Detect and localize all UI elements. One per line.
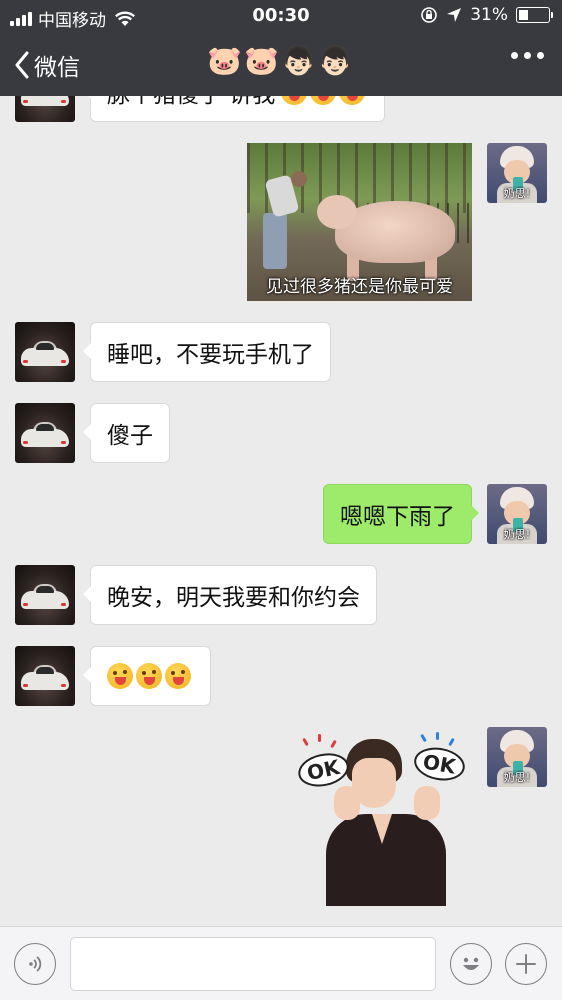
message-input[interactable] <box>70 937 436 991</box>
status-right: 31% <box>420 5 553 25</box>
status-bar: 中国移动 00:30 31% <box>0 0 562 32</box>
battery-icon <box>516 7 553 23</box>
avatar[interactable] <box>15 96 75 122</box>
message-text: 睡吧，不要玩手机了 <box>107 342 314 368</box>
emoji-icon <box>339 96 366 105</box>
tongue-wink-emoji-icon <box>136 663 162 689</box>
message-bubble[interactable]: 傻子 <box>83 403 170 463</box>
message-text: 傻子 <box>107 423 153 449</box>
avatar-caption: 奶思! <box>503 528 531 541</box>
my-avatar[interactable]: 奶思! <box>487 727 547 787</box>
message-text: 嗯嗯下雨了 <box>340 504 455 530</box>
sticker-ok-label: OK <box>295 749 352 791</box>
message-bubble[interactable]: 脉个猪傻子 讲我 <box>82 96 386 122</box>
battery-percent: 31% <box>470 5 508 25</box>
emoji-button[interactable] <box>450 943 492 985</box>
more-dots-icon[interactable] <box>511 52 544 59</box>
image-caption: 见过很多猪还是你最可爱 <box>266 277 453 297</box>
battery-fill <box>519 10 528 20</box>
avatar-caption: 奶思! <box>503 771 531 784</box>
tongue-wink-emoji-icon <box>165 663 191 689</box>
my-avatar[interactable]: 奶思! <box>487 143 547 203</box>
sticker-ok-label: OK <box>411 743 467 785</box>
message-bubble[interactable]: 睡吧，不要玩手机了 <box>83 322 331 382</box>
avatar[interactable] <box>15 322 75 382</box>
message-text: 脉个猪傻子 讲我 <box>107 96 275 109</box>
plus-icon <box>516 954 536 974</box>
avatar-caption: 奶思! <box>503 187 531 200</box>
rotation-lock-icon <box>421 7 438 23</box>
message-bubble[interactable]: 晚安，明天我要和你约会 <box>83 565 377 625</box>
tongue-wink-emoji-icon <box>107 663 133 689</box>
plus-button[interactable] <box>505 943 547 985</box>
message-text: 晚安，明天我要和你约会 <box>107 585 360 611</box>
chat-area[interactable]: 脉个猪傻子 讲我 奶思! 见过很多猪还是你最可爱 睡吧，不要玩手机了 傻子 奶思… <box>0 96 562 926</box>
nav-bar: 微信 🐷🐷👦🏻👦🏻 <box>0 32 562 96</box>
ok-sticker[interactable]: OK OK <box>295 732 467 909</box>
location-icon <box>447 8 462 22</box>
voice-button[interactable] <box>14 943 56 985</box>
emoji-icon <box>310 96 337 105</box>
emoji-message-bubble[interactable] <box>83 646 211 706</box>
avatar[interactable] <box>15 403 75 463</box>
chat-title: 🐷🐷👦🏻👦🏻 <box>207 44 355 77</box>
avatar[interactable] <box>15 565 75 625</box>
input-bar <box>0 926 562 1000</box>
emoji-icon <box>281 96 308 105</box>
avatar[interactable] <box>15 646 75 706</box>
emoji-icon <box>463 957 479 970</box>
my-avatar[interactable]: 奶思! <box>487 484 547 544</box>
voice-icon <box>29 956 42 972</box>
my-message-bubble[interactable]: 嗯嗯下雨了 <box>323 484 479 544</box>
pig-meme-image[interactable]: 见过很多猪还是你最可爱 <box>247 143 472 301</box>
